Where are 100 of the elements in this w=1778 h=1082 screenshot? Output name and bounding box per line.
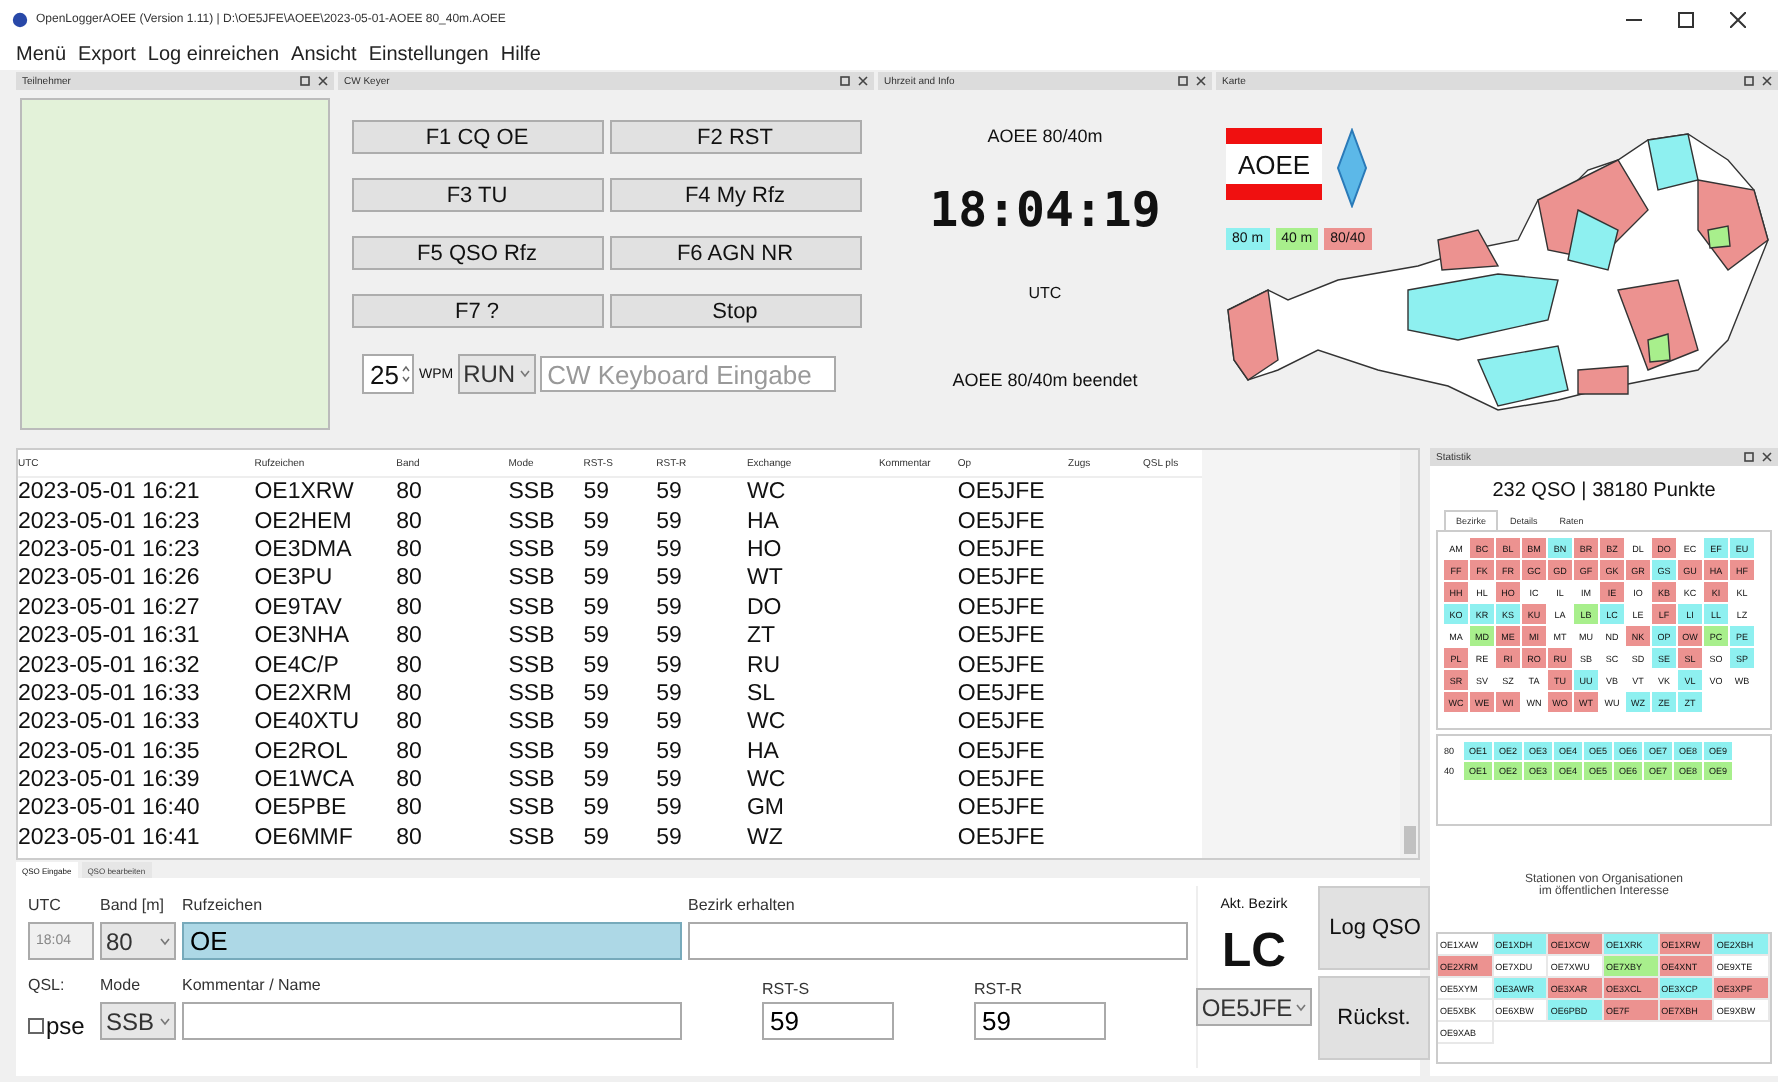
table-cell-text: 80 xyxy=(396,796,424,821)
keyer-button[interactable]: F6 AGN NR xyxy=(609,236,861,270)
table-cell-text: SSB xyxy=(508,595,557,620)
table-cell-text: RU xyxy=(746,653,783,678)
keyer-button[interactable]: F4 My Rfz xyxy=(609,178,861,212)
pse-checkbox[interactable]: pse xyxy=(28,1012,94,1040)
table-cell-text: SSB xyxy=(508,739,557,764)
cw-input-field[interactable]: CW Keyboard Eingabe xyxy=(539,356,836,392)
field-label: Bezirk erhalten xyxy=(688,896,797,914)
maximize-icon[interactable] xyxy=(1678,12,1694,28)
table-cell-text: DO xyxy=(746,595,784,620)
log-qso-button[interactable]: Log QSO xyxy=(1318,886,1430,970)
spin-arrows-icon[interactable] xyxy=(402,364,411,384)
field-label: RST-S xyxy=(762,980,812,998)
table-cell-text: SSB xyxy=(508,624,557,649)
menu-item[interactable]: Menü xyxy=(16,44,67,66)
table-cell-text: SL xyxy=(746,681,778,706)
table-cell-text: 80 xyxy=(396,739,424,764)
menu-item[interactable]: Log einreichen xyxy=(147,44,280,66)
menu-item[interactable]: Hilfe xyxy=(500,44,541,66)
table-cell-text: 59 xyxy=(583,796,611,821)
speed-spinner[interactable]: 25 xyxy=(362,354,415,394)
close-icon[interactable] xyxy=(1730,12,1746,28)
table-cell-text: OE5JFE xyxy=(957,480,1047,505)
table-cell-text: 59 xyxy=(656,681,684,706)
table-cell-text: 59 xyxy=(583,739,611,764)
table-cell-text: WC xyxy=(746,710,788,735)
caret-icon xyxy=(1296,1003,1307,1011)
table-cell-text: SSB xyxy=(508,509,557,534)
table-cell-text: OE5JFE xyxy=(957,796,1047,821)
menu-item[interactable]: Export xyxy=(78,44,136,66)
table-cell-text: HA xyxy=(746,509,781,534)
table-cell-text: 59 xyxy=(656,566,684,591)
table-cell-text: 59 xyxy=(656,739,684,764)
rst-received-field[interactable]: 59 xyxy=(974,1002,1106,1040)
field-label: QSL: xyxy=(28,976,67,994)
keyer-button[interactable]: F7 ? xyxy=(351,294,603,328)
mode-dropdown[interactable]: SSB xyxy=(100,1002,176,1040)
table-cell-text: SSB xyxy=(508,796,557,821)
table-cell-text: 2023-05-01 16:31 xyxy=(18,624,202,649)
diamond-logo-icon xyxy=(1336,128,1368,208)
table-cell-text: OE40XTU xyxy=(254,710,362,735)
table-cell-text: 80 xyxy=(396,710,424,735)
table-cell-text: OE5JFE xyxy=(957,825,1047,850)
table-cell-text: 59 xyxy=(583,480,611,505)
field-label: Band [m] xyxy=(100,896,167,914)
table-cell-text: 2023-05-01 16:33 xyxy=(18,710,202,735)
operator-dropdown[interactable]: OE5JFE xyxy=(1195,988,1313,1026)
table-cell-text: OE5JFE xyxy=(957,537,1047,562)
menu-item[interactable]: Ansicht xyxy=(291,44,357,66)
table-cell-text: HA xyxy=(746,739,781,764)
table-cell-text: 59 xyxy=(583,825,611,850)
reset-button[interactable]: Rückst. xyxy=(1318,976,1430,1060)
field-label: Mode xyxy=(100,976,143,994)
comment-field[interactable] xyxy=(182,1002,682,1040)
score-summary: 232 QSO | 38180 Punkte xyxy=(1490,480,1718,502)
app-icon xyxy=(12,12,28,28)
clock-time: 18:04:19 xyxy=(929,182,1161,238)
table-cell-text: 80 xyxy=(396,825,424,850)
close-icon[interactable] xyxy=(318,76,328,86)
keyer-button[interactable]: F5 QSO Rfz xyxy=(351,236,603,270)
table-cell-text: OE3PU xyxy=(254,566,335,591)
keyer-button[interactable]: F3 TU xyxy=(351,178,603,212)
table-cell-text: ZT xyxy=(746,624,778,649)
table-cell-text: 2023-05-01 16:23 xyxy=(18,537,202,562)
table-cell-text: OE6MMF xyxy=(254,825,355,850)
table-cell-text: OE5JFE xyxy=(957,595,1047,620)
table-cell-text: SSB xyxy=(508,825,557,850)
table-cell-text: 2023-05-01 16:23 xyxy=(18,509,202,534)
band-dropdown[interactable]: 80 xyxy=(100,922,176,960)
table-cell-text: 59 xyxy=(583,768,611,793)
district-field[interactable] xyxy=(688,922,1188,960)
close-icon[interactable] xyxy=(1762,76,1772,86)
scrollbar[interactable] xyxy=(1400,450,1418,858)
callsign-field[interactable]: OE xyxy=(182,922,682,960)
keyer-button[interactable]: F1 CQ OE xyxy=(351,120,603,154)
close-icon[interactable] xyxy=(1762,452,1772,462)
mode-dropdown[interactable]: RUN xyxy=(457,354,536,394)
table-cell-text: SSB xyxy=(508,653,557,678)
rst-sent-field[interactable]: 59 xyxy=(762,1002,894,1040)
table-cell-text: WC xyxy=(746,480,788,505)
table-cell-text: OE1XRW xyxy=(254,480,356,505)
table-cell-text: 2023-05-01 16:27 xyxy=(18,595,202,620)
keyer-button[interactable]: Stop xyxy=(609,294,861,328)
current-district: LC xyxy=(1222,924,1286,980)
table-cell-text: SSB xyxy=(508,480,557,505)
table-cell-text: 2023-05-01 16:35 xyxy=(18,739,202,764)
table-cell-text: 80 xyxy=(396,566,424,591)
table-cell-text: 80 xyxy=(396,480,424,505)
table-cell-text: 80 xyxy=(396,681,424,706)
menu-item[interactable]: Einstellungen xyxy=(368,44,489,66)
table-cell-text: 59 xyxy=(656,768,684,793)
table-cell-text: OE9TAV xyxy=(254,595,344,620)
close-icon[interactable] xyxy=(858,76,868,86)
close-icon[interactable] xyxy=(1196,76,1206,86)
table-cell-text: OE5JFE xyxy=(957,681,1047,706)
table-cell-text: 80 xyxy=(396,768,424,793)
table-cell-text: OE2XRM xyxy=(254,681,354,706)
keyer-button[interactable]: F2 RST xyxy=(609,120,861,154)
table-cell-text: 59 xyxy=(583,653,611,678)
